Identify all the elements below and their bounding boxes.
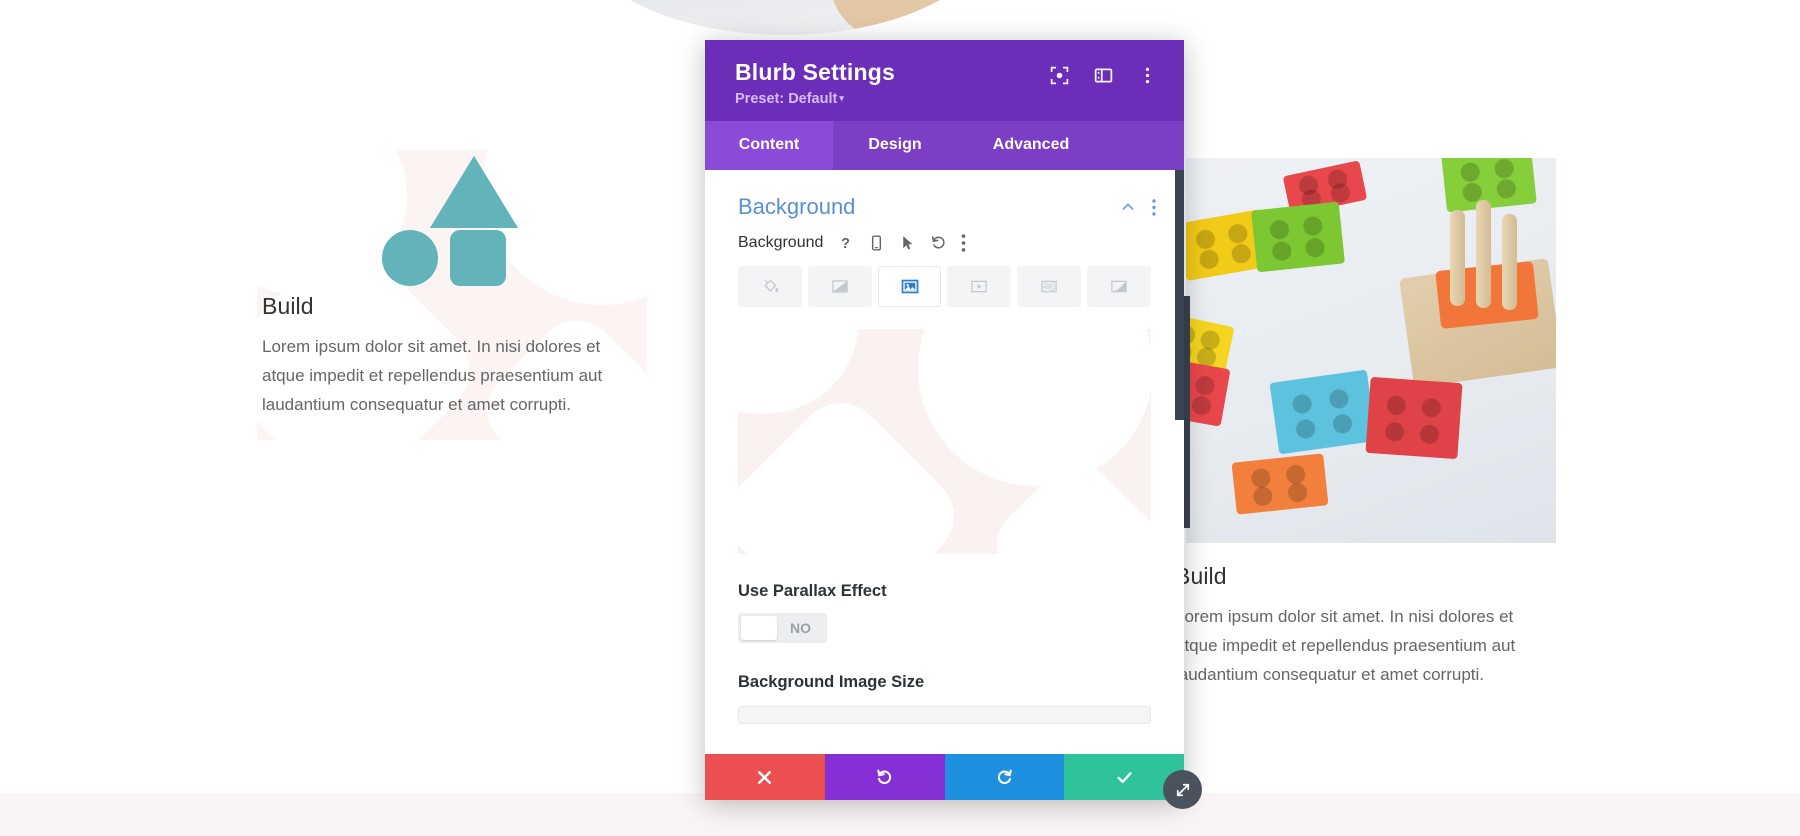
blurb-module-right[interactable]: Build Lorem ipsum dolor sit amet. In nis… (1175, 555, 1575, 690)
preset-label: Preset: Default (735, 91, 838, 107)
panel-scrollbar[interactable] (1175, 170, 1184, 420)
tab-advanced[interactable]: Advanced (957, 121, 1105, 170)
close-icon (758, 770, 772, 784)
kebab-menu-icon[interactable] (1152, 198, 1156, 216)
parallax-toggle[interactable]: NO (738, 613, 827, 643)
background-gradient-tab[interactable] (807, 266, 872, 307)
modal-footer (705, 754, 1184, 800)
blurb-body-text: Lorem ipsum dolor sit amet. In nisi dolo… (1175, 607, 1516, 685)
background-field-label-row: Background ? (738, 234, 1151, 252)
circle-shape-icon (382, 230, 438, 286)
background-image-size-label: Background Image Size (738, 673, 925, 691)
background-video-tab[interactable] (947, 266, 1012, 307)
redo-icon (997, 769, 1012, 784)
modal-tabs: Content Design Advanced (705, 121, 1184, 170)
background-image-size-select[interactable] (738, 706, 1151, 724)
square-shape-icon (450, 230, 506, 286)
reset-icon[interactable] (930, 234, 947, 252)
blurb-shapes-graphic (262, 150, 647, 286)
triangle-shape-icon (430, 156, 518, 228)
background-mask-tab[interactable] (1087, 266, 1151, 307)
background-field: Background ? (705, 234, 1184, 307)
modal-resize-handle[interactable] (1163, 770, 1202, 809)
help-icon[interactable]: ? (837, 234, 854, 252)
undo-button[interactable] (824, 754, 945, 800)
blurb-body-text: Lorem ipsum dolor sit amet. In nisi dolo… (262, 337, 603, 415)
blurb-title: Build (262, 293, 314, 319)
blurb-title: Build (1175, 563, 1227, 589)
kebab-menu-icon[interactable] (961, 234, 966, 252)
modal-body: Background Background ? Use Parallax Eff… (705, 170, 1184, 754)
parallax-toggle-value: NO (790, 620, 811, 636)
blurb-module-left[interactable]: Build Lorem ipsum dolor sit amet. In nis… (257, 150, 647, 440)
tab-content[interactable]: Content (705, 121, 833, 170)
svg-text:?: ? (841, 236, 850, 252)
background-color-tab[interactable] (738, 266, 802, 307)
background-type-tabs (738, 266, 1151, 307)
redo-button[interactable] (944, 754, 1065, 800)
decorative-top-photo (575, 0, 995, 35)
modal-header-actions (1049, 65, 1158, 86)
section-title: Background (738, 194, 856, 219)
chevron-up-icon[interactable] (1120, 199, 1136, 215)
cancel-button[interactable] (705, 754, 825, 800)
panel-layout-icon[interactable] (1093, 65, 1114, 86)
background-image-tab[interactable] (877, 266, 942, 307)
background-field-label: Background (738, 234, 824, 251)
toy-blocks-photo (1186, 158, 1556, 543)
chevron-down-icon: ▾ (839, 93, 844, 103)
background-image-preview[interactable] (738, 329, 1151, 554)
focus-mode-icon[interactable] (1049, 65, 1070, 86)
tab-design[interactable]: Design (833, 121, 957, 170)
background-pattern-tab[interactable] (1017, 266, 1082, 307)
undo-icon (877, 769, 892, 784)
toggle-knob (741, 616, 777, 640)
check-icon (1117, 771, 1132, 783)
responsive-mobile-icon[interactable] (868, 234, 885, 252)
parallax-label: Use Parallax Effect (738, 582, 887, 600)
hover-cursor-icon[interactable] (899, 234, 916, 252)
preset-selector[interactable]: Preset: Default ▾ (735, 91, 844, 107)
blurb-settings-modal: Blurb Settings Preset: Default ▾ Content … (705, 40, 1184, 800)
modal-header: Blurb Settings Preset: Default ▾ (705, 40, 1184, 121)
resize-arrows-icon (1176, 783, 1189, 796)
background-section-header[interactable]: Background (705, 170, 1184, 234)
more-options-icon[interactable] (1137, 65, 1158, 86)
